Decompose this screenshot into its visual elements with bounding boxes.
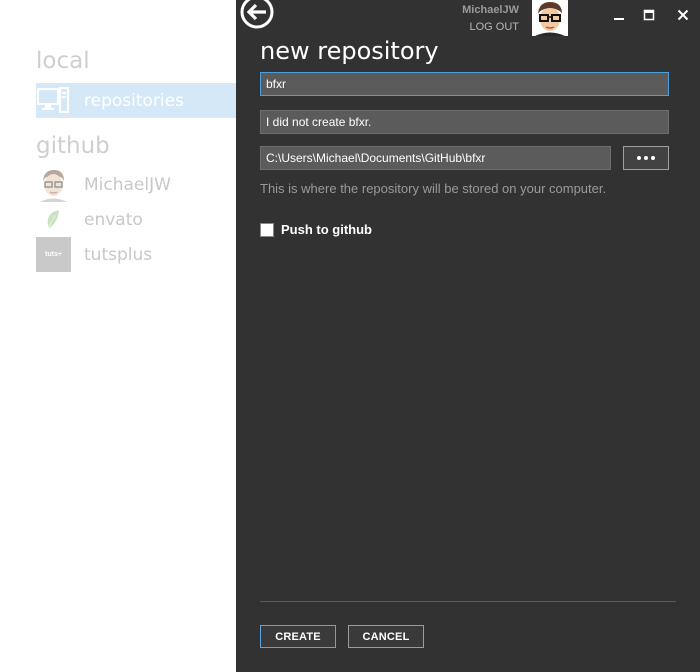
close-icon [677, 9, 689, 21]
create-button[interactable]: CREATE [260, 625, 336, 648]
page-title: new repository [260, 37, 439, 65]
close-button[interactable] [672, 5, 694, 25]
ellipsis-icon [636, 156, 657, 160]
maximize-button[interactable] [638, 5, 660, 25]
browse-button[interactable] [623, 146, 669, 170]
description-value: I did not create bfxr. [266, 115, 372, 129]
sidebar-item-michaeljw[interactable]: MichaelJW [36, 167, 236, 202]
repository-name-input[interactable]: bfxr [260, 72, 669, 96]
push-to-github-checkbox[interactable] [260, 223, 274, 237]
sidebar-item-envato[interactable]: envato [36, 202, 236, 237]
avatar-icon [36, 167, 71, 202]
cancel-button[interactable]: CANCEL [348, 625, 424, 648]
local-path-input[interactable]: C:\Users\Michael\Documents\GitHub\bfxr [260, 146, 611, 170]
back-arrow-icon [240, 0, 273, 28]
repository-description-input[interactable]: I did not create bfxr. [260, 110, 669, 134]
maximize-icon [643, 9, 655, 21]
minimize-button[interactable] [608, 5, 630, 25]
sidebar-item-label: envato [84, 209, 143, 230]
sidebar-item-label: MichaelJW [84, 174, 171, 195]
sidebar-item-repositories[interactable]: repositories [36, 83, 236, 118]
username-label: MichaelJW [462, 4, 519, 16]
logout-link[interactable]: LOG OUT [469, 21, 519, 33]
minimize-icon [614, 18, 624, 20]
divider [260, 601, 676, 602]
avatar-icon [532, 0, 568, 36]
user-avatar[interactable] [532, 0, 568, 36]
sidebar-item-label: repositories [84, 90, 184, 111]
back-button[interactable] [238, 0, 275, 30]
sidebar: local repositories github MichaelJW enva… [0, 0, 236, 672]
path-hint: This is where the repository will be sto… [260, 181, 607, 196]
tutsplus-logo: tuts+ [36, 237, 71, 272]
section-title-local: local [36, 48, 90, 74]
new-repository-panel: MichaelJW LOG OUT new repository bfxr I … [236, 0, 700, 672]
sidebar-item-label: tutsplus [84, 244, 153, 265]
section-title-github: github [36, 133, 110, 159]
leaf-icon [36, 202, 71, 237]
push-to-github-label[interactable]: Push to github [281, 222, 372, 237]
computer-icon [36, 83, 71, 118]
sidebar-item-tutsplus[interactable]: tuts+ tutsplus [36, 237, 236, 272]
tutsplus-logo-text: tuts+ [45, 251, 62, 258]
